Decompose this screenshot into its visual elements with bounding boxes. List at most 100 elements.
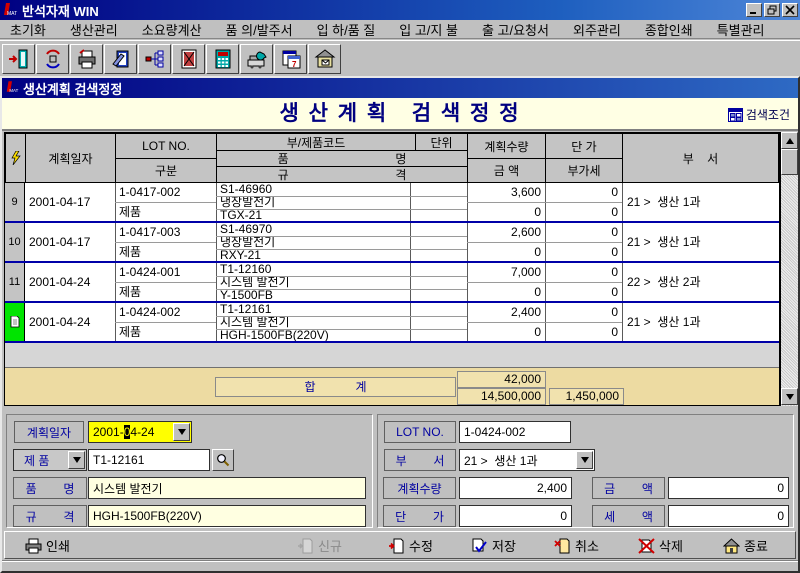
document-icon — [10, 316, 20, 328]
cell-item-name: 냉장발전기 — [220, 196, 466, 209]
scroll-up-button[interactable] — [781, 132, 798, 149]
plan-date-label: 계획일자 — [14, 421, 84, 443]
cell-plan-qty: 2,600 — [467, 223, 541, 242]
cancel-button[interactable]: 취소 — [554, 536, 599, 555]
ledger-book-icon[interactable] — [172, 44, 205, 74]
menu-item-order[interactable]: 품 의/발주서 — [226, 20, 293, 39]
cell-dept: 21 > 생산 1과 — [627, 303, 777, 341]
plan-date-combobox[interactable]: 2001-04-24 — [88, 421, 192, 443]
cell-item-spec: TGX-21 — [220, 209, 466, 221]
plan-qty-input[interactable]: 2,400 — [459, 477, 572, 499]
app-logo-icon: MAT — [2, 2, 18, 19]
magnifier-icon — [216, 453, 230, 467]
save-button[interactable]: 저장 — [471, 536, 516, 555]
cell-item-spec: Y-1500FB — [220, 289, 466, 301]
item-type-combobox[interactable]: 제 품 — [13, 449, 87, 471]
menu-item-receiving-quality[interactable]: 입 하/품 질 — [317, 20, 376, 39]
cell-item-code: T1-12161 — [220, 303, 408, 316]
plan-date-dropdown-arrow[interactable] — [173, 423, 190, 441]
table-row[interactable]: 9 2001-04-17 1-0417-002 제품 S1-46960 냉장발전… — [5, 183, 779, 223]
delete-button[interactable]: 삭제 — [638, 536, 683, 555]
header-gubun: 구분 — [115, 158, 217, 183]
header-lot-no: LOT NO. — [115, 133, 217, 159]
plan-date-cursor: 0 — [124, 425, 131, 439]
cell-amount: 0 — [467, 203, 541, 222]
menu-item-print-all[interactable]: 종합인쇄 — [645, 20, 693, 39]
cell-lot-no: 1-0417-003 — [119, 223, 214, 242]
page-title: 생 산 계 획 검 색 정 정 — [2, 98, 798, 129]
cell-item-name: 시스템 발전기 — [220, 316, 466, 329]
unit-price-label: 단 가 — [383, 505, 456, 527]
header-dept: 부 서 — [622, 133, 779, 183]
cell-plan-qty: 7,000 — [467, 263, 541, 282]
cell-dept: 21 > 생산 1과 — [627, 183, 777, 221]
minimize-button[interactable] — [746, 3, 762, 17]
item-spec-field[interactable]: HGH-1500FB(220V) — [88, 505, 366, 527]
item-type-dropdown-arrow[interactable] — [68, 451, 85, 469]
menu-item-production[interactable]: 생산관리 — [70, 20, 118, 39]
cell-gubun: 제품 — [119, 243, 214, 262]
close-button[interactable] — [782, 3, 798, 17]
header-unit: 단위 — [415, 133, 468, 151]
cell-lot-no: 1-0417-002 — [119, 183, 214, 202]
cell-unit-price: 0 — [545, 303, 618, 322]
header-plan-qty: 계획수량 — [467, 133, 546, 159]
table-row[interactable]: 10 2001-04-17 1-0417-003 제품 S1-46970 냉장발… — [5, 223, 779, 263]
print-icon[interactable] — [70, 44, 103, 74]
dept-combobox[interactable]: 21 > 생산 1과 — [459, 449, 595, 471]
cell-gubun: 제품 — [119, 323, 214, 342]
cell-item-name: 시스템 발전기 — [220, 276, 466, 289]
main-titlebar: MAT 반석자재 WIN — [0, 0, 800, 20]
tax-input[interactable]: 0 — [668, 505, 789, 527]
cell-item-spec: HGH-1500FB(220V) — [220, 329, 466, 341]
machine-tool-icon[interactable] — [240, 44, 273, 74]
menu-item-requirements[interactable]: 소요량계산 — [142, 20, 202, 39]
lot-no-label: LOT NO. — [384, 421, 456, 443]
calendar-icon[interactable]: 7 — [274, 44, 307, 74]
header-plan-date: 계획일자 — [25, 133, 116, 183]
grid-corner-cell — [5, 133, 26, 183]
home-mail-icon[interactable] — [308, 44, 341, 74]
row-indicator: 11 — [5, 263, 25, 301]
window-grid-icon — [728, 108, 743, 122]
cell-plan-date: 2001-04-17 — [29, 183, 114, 221]
exit-button[interactable]: 종료 — [723, 536, 768, 555]
cell-lot-no: 1-0424-002 — [119, 303, 214, 322]
menu-item-special[interactable]: 특별관리 — [717, 20, 765, 39]
menu-item-init[interactable]: 초기화 — [10, 20, 46, 39]
scrollbar-thumb[interactable] — [781, 149, 798, 175]
edit-document-icon[interactable] — [104, 44, 137, 74]
search-button[interactable] — [212, 449, 234, 471]
restore-button[interactable] — [764, 3, 780, 17]
vertical-scrollbar[interactable] — [780, 132, 798, 406]
search-condition-button[interactable]: 검색조건 — [728, 106, 790, 123]
cell-gubun: 제품 — [119, 283, 214, 302]
item-name-field[interactable]: 시스템 발전기 — [88, 477, 366, 499]
button-bar: 인쇄 신규 수정 저장 취소 삭제 종료 — [4, 531, 796, 559]
cell-plan-qty: 3,600 — [467, 183, 541, 202]
header-unit-price: 단 가 — [545, 133, 623, 159]
calculator-icon[interactable] — [206, 44, 239, 74]
unit-price-input[interactable]: 0 — [459, 505, 572, 527]
menu-item-stockout-request[interactable]: 출 고/요청서 — [482, 20, 549, 39]
menu-item-outsourcing[interactable]: 외주관리 — [573, 20, 621, 39]
refresh-rotate-icon[interactable] — [36, 44, 69, 74]
dept-dropdown-arrow[interactable] — [576, 451, 593, 469]
item-spec-label: 규 격 — [13, 505, 87, 527]
scroll-down-button[interactable] — [781, 388, 798, 405]
hierarchy-tree-icon[interactable] — [138, 44, 171, 74]
item-code-input[interactable]: T1-12161 — [88, 449, 210, 471]
application-window: MAT 반석자재 WIN 초기화 생산관리 소요량계산 품 의/발주서 입 하/… — [0, 0, 800, 573]
print-button[interactable]: 인쇄 — [25, 536, 70, 555]
table-row[interactable]: 11 2001-04-24 1-0424-001 제품 T1-12160 시스템… — [5, 263, 779, 303]
edit-button[interactable]: 수정 — [388, 536, 433, 555]
cell-plan-date: 2001-04-17 — [29, 223, 114, 261]
table-row-selected[interactable]: 2001-04-24 1-0424-002 제품 T1-12161 시스템 발전… — [5, 303, 779, 343]
grid-empty-area — [5, 343, 779, 367]
exit-door-icon[interactable] — [2, 44, 35, 74]
lot-no-input[interactable]: 1-0424-002 — [459, 421, 571, 443]
header-vat: 부가세 — [545, 158, 623, 183]
amount-input[interactable]: 0 — [668, 477, 789, 499]
cell-plan-qty: 2,400 — [467, 303, 541, 322]
menu-item-stockin-payment[interactable]: 입 고/지 불 — [399, 20, 458, 39]
